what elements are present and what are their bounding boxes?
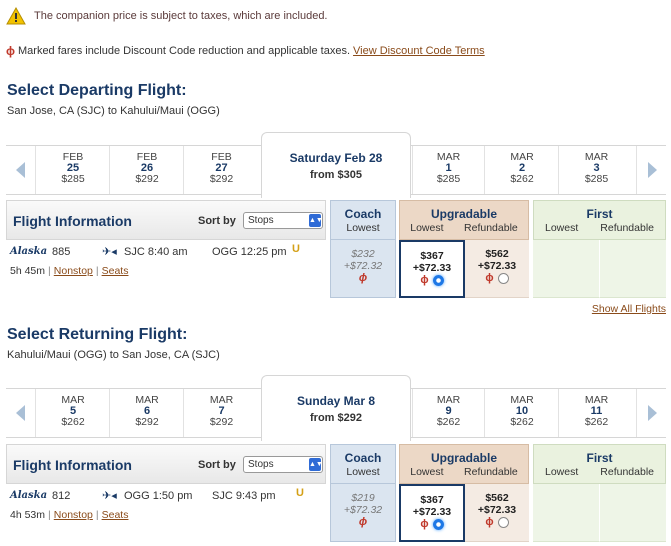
departing-title: Select Departing Flight: xyxy=(7,82,187,99)
departing-next-arrow[interactable] xyxy=(636,146,666,194)
upgradable-refundable-fare-cell[interactable]: $562 +$72.33 ɸ xyxy=(465,240,529,298)
flight-duration: 5h 45m xyxy=(10,265,46,277)
returning-sort-select[interactable]: Stops ▲▼ xyxy=(243,456,323,473)
discount-notice-text: Marked fares include Discount Code reduc… xyxy=(18,45,351,57)
departing-selected-date: Saturday Feb 28 from $305 xyxy=(261,132,411,198)
returning-date-cell[interactable]: MAR 9 $262 xyxy=(412,389,485,437)
discount-code-icon: ɸ xyxy=(358,272,368,284)
discount-code-icon: ɸ xyxy=(485,272,494,284)
discount-code-icon: ɸ xyxy=(420,518,429,530)
departure-time: OGG 1:50 pm xyxy=(124,490,193,502)
coach-column-header: Coach Lowest xyxy=(330,444,396,484)
departing-date-cell[interactable]: MAR 1 $285 xyxy=(412,146,485,194)
show-all-flights-link[interactable]: Show All Flights xyxy=(592,303,666,315)
companion-notice-text: The companion price is subject to taxes,… xyxy=(34,10,328,22)
departure-time: SJC 8:40 am xyxy=(124,246,188,258)
fare-radio[interactable] xyxy=(497,272,509,284)
returning-next-arrow[interactable] xyxy=(636,389,666,437)
returning-date-cell[interactable]: MAR 11 $262 xyxy=(560,389,633,437)
flight-duration: 4h 53m xyxy=(10,509,46,521)
upgradable-refundable-fare-cell[interactable]: $562 +$72.33 ɸ xyxy=(465,484,529,542)
returning-route: Kahului/Maui (OGG) to San Jose, CA (SJC) xyxy=(7,349,220,361)
alaska-logo: Alaska xyxy=(10,490,48,501)
coach-fare-cell: $219 +$72.32 ɸ xyxy=(330,484,396,542)
departing-date-cell[interactable]: MAR 3 $285 xyxy=(560,146,633,194)
departing-sort-select[interactable]: Stops ▲▼ xyxy=(243,212,323,229)
coach-fare-cell: $232 +$72.32 ɸ xyxy=(330,240,396,298)
departing-fare-header: Flight Information Sort by Stops ▲▼ Coac… xyxy=(6,200,666,240)
chevron-left-icon xyxy=(15,162,25,178)
seats-link[interactable]: Seats xyxy=(102,265,129,277)
plane-icon: ✈◂ xyxy=(102,490,117,502)
arrival-time: OGG 12:25 pm xyxy=(212,246,287,258)
departing-date-cell[interactable]: FEB 26 $292 xyxy=(111,146,184,194)
discount-code-icon: ɸ xyxy=(358,516,368,528)
returning-title: Select Returning Flight: xyxy=(7,326,188,343)
upgradable-column-header: Upgradable Lowest Refundable xyxy=(399,200,529,240)
plane-icon: ✈◂ xyxy=(102,246,117,258)
discount-code-icon: ɸ xyxy=(485,516,494,528)
companion-notice: The companion price is subject to taxes,… xyxy=(6,5,328,27)
departing-date-cell[interactable]: MAR 2 $262 xyxy=(486,146,559,194)
nonstop-link[interactable]: Nonstop xyxy=(54,509,93,521)
fare-radio[interactable] xyxy=(497,516,509,528)
upgradable-column-header: Upgradable Lowest Refundable xyxy=(399,444,529,484)
dropdown-arrows-icon: ▲▼ xyxy=(309,458,323,471)
first-lowest-fare-cell xyxy=(533,484,600,542)
flight-number: 812 xyxy=(52,490,71,502)
sort-by-label: Sort by xyxy=(198,215,236,227)
warning-icon xyxy=(6,7,26,25)
first-column-header: First Lowest Refundable xyxy=(533,444,666,484)
returning-flight-row: Alaska 812 ✈◂ OGG 1:50 pm SJC 9:43 pm U … xyxy=(6,484,666,542)
fare-radio-selected[interactable] xyxy=(432,274,444,286)
returning-date-cell[interactable]: MAR 6 $292 xyxy=(111,389,184,437)
chevron-right-icon xyxy=(647,162,657,178)
returning-date-cell[interactable]: MAR 7 $292 xyxy=(185,389,258,437)
chevron-right-icon xyxy=(647,405,657,421)
dropdown-arrows-icon: ▲▼ xyxy=(309,214,323,227)
upgradable-lowest-fare-cell[interactable]: $367 +$72.33 ɸ xyxy=(399,240,465,298)
upgradable-lowest-fare-cell[interactable]: $367 +$72.33 ɸ xyxy=(399,484,465,542)
returning-date-cell[interactable]: MAR 5 $262 xyxy=(37,389,110,437)
returning-prev-arrow[interactable] xyxy=(6,389,36,437)
returning-date-cell[interactable]: MAR 10 $262 xyxy=(486,389,559,437)
nonstop-link[interactable]: Nonstop xyxy=(54,265,93,277)
alaska-logo: Alaska xyxy=(10,246,48,257)
first-lowest-fare-cell xyxy=(533,240,600,298)
discount-notice: ɸ Marked fares include Discount Code red… xyxy=(6,44,485,58)
discount-terms-link[interactable]: View Discount Code Terms xyxy=(353,45,485,57)
first-refundable-fare-cell xyxy=(600,240,666,298)
departing-date-bar: FEB 25 $285 FEB 26 $292 FEB 27 $292 MAR 1 $285 M… xyxy=(6,132,666,198)
returning-date-bar: MAR 5 $262 MAR 6 $292 MAR 7 $292 MAR 9 $262 MAR 1… xyxy=(6,375,666,441)
fare-radio-selected[interactable] xyxy=(432,518,444,530)
seats-link[interactable]: Seats xyxy=(102,509,129,521)
upgrade-mark: U xyxy=(292,243,300,255)
returning-fare-header: Flight Information Sort by Stops ▲▼ Coac… xyxy=(6,444,666,484)
departing-prev-arrow[interactable] xyxy=(6,146,36,194)
flight-info-heading: Flight Information xyxy=(13,213,132,229)
departing-date-cell[interactable]: FEB 25 $285 xyxy=(37,146,110,194)
flight-info-heading: Flight Information xyxy=(13,457,132,473)
departing-route: San Jose, CA (SJC) to Kahului/Maui (OGG) xyxy=(7,105,220,117)
arrival-time: SJC 9:43 pm xyxy=(212,490,276,502)
discount-code-icon: ɸ xyxy=(420,274,429,286)
flight-number: 885 xyxy=(52,246,71,258)
chevron-left-icon xyxy=(15,405,25,421)
sort-by-label: Sort by xyxy=(198,459,236,471)
upgrade-mark: U xyxy=(296,487,304,499)
first-refundable-fare-cell xyxy=(600,484,666,542)
coach-column-header: Coach Lowest xyxy=(330,200,396,240)
discount-code-icon: ɸ xyxy=(6,44,15,58)
departing-date-cell[interactable]: FEB 27 $292 xyxy=(185,146,258,194)
returning-selected-date: Sunday Mar 8 from $292 xyxy=(261,375,411,441)
first-column-header: First Lowest Refundable xyxy=(533,200,666,240)
departing-flight-row: Alaska 885 ✈◂ SJC 8:40 am OGG 12:25 pm U… xyxy=(6,240,666,298)
